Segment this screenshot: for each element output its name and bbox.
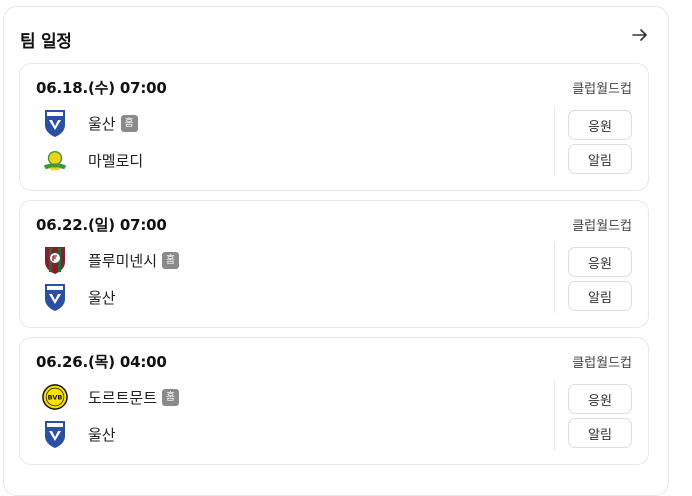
team-name: 울산 — [88, 288, 116, 307]
team-name: 울산 — [88, 425, 116, 444]
match-card[interactable]: 06.26.(목) 04:00 클럽월드컵 BVB 도르트문트 홈 울산 응원 … — [19, 337, 649, 465]
ulsan-logo-icon — [42, 108, 68, 138]
team-name: 마멜로디 — [88, 151, 144, 170]
home-badge: 홈 — [162, 388, 180, 406]
competition-label: 클럽월드컵 — [572, 219, 632, 234]
panel-title: 팀 일정 — [20, 32, 72, 52]
home-team-row: 플루미넨시 홈 — [42, 245, 180, 275]
alarm-button[interactable]: 알림 — [568, 281, 632, 311]
cheer-button[interactable]: 응원 — [568, 247, 632, 277]
away-team-row: 울산 — [42, 419, 116, 449]
competition-label: 클럽월드컵 — [572, 82, 632, 97]
home-team-row: 울산 홈 — [42, 108, 138, 138]
svg-text:BVB: BVB — [48, 393, 63, 401]
mamelodi-logo-icon — [42, 145, 68, 175]
away-team-row: 울산 — [42, 282, 116, 312]
competition-label: 클럽월드컵 — [572, 356, 632, 371]
team-schedule-panel: 팀 일정 06.18.(수) 07:00 클럽월드컵 울산 홈 마멜로디 응원 … — [3, 6, 669, 496]
team-name: 플루미넨시 — [88, 251, 158, 270]
cheer-button[interactable]: 응원 — [568, 384, 632, 414]
home-badge: 홈 — [162, 251, 180, 269]
ulsan-logo-icon — [42, 419, 68, 449]
match-date: 06.26.(목) 04:00 — [36, 353, 167, 371]
match-date: 06.22.(일) 07:00 — [36, 216, 167, 234]
cheer-button[interactable]: 응원 — [568, 110, 632, 140]
home-team-row: BVB 도르트문트 홈 — [42, 382, 180, 412]
dortmund-logo-icon: BVB — [42, 382, 68, 412]
match-date: 06.18.(수) 07:00 — [36, 79, 167, 97]
away-team-row: 마멜로디 — [42, 145, 143, 175]
arrow-right-icon[interactable] — [628, 23, 652, 47]
alarm-button[interactable]: 알림 — [568, 418, 632, 448]
home-badge: 홈 — [120, 114, 138, 132]
divider — [554, 243, 555, 313]
alarm-button[interactable]: 알림 — [568, 144, 632, 174]
team-name: 울산 — [88, 114, 116, 133]
panel-header: 팀 일정 — [4, 7, 668, 63]
match-card[interactable]: 06.22.(일) 07:00 클럽월드컵 플루미넨시 홈 울산 응원 알림 — [19, 200, 649, 328]
divider — [554, 106, 555, 176]
match-card[interactable]: 06.18.(수) 07:00 클럽월드컵 울산 홈 마멜로디 응원 알림 — [19, 63, 649, 191]
team-name: 도르트문트 — [88, 388, 158, 407]
ulsan-logo-icon — [42, 282, 68, 312]
fluminense-logo-icon — [42, 245, 68, 275]
divider — [554, 380, 555, 450]
